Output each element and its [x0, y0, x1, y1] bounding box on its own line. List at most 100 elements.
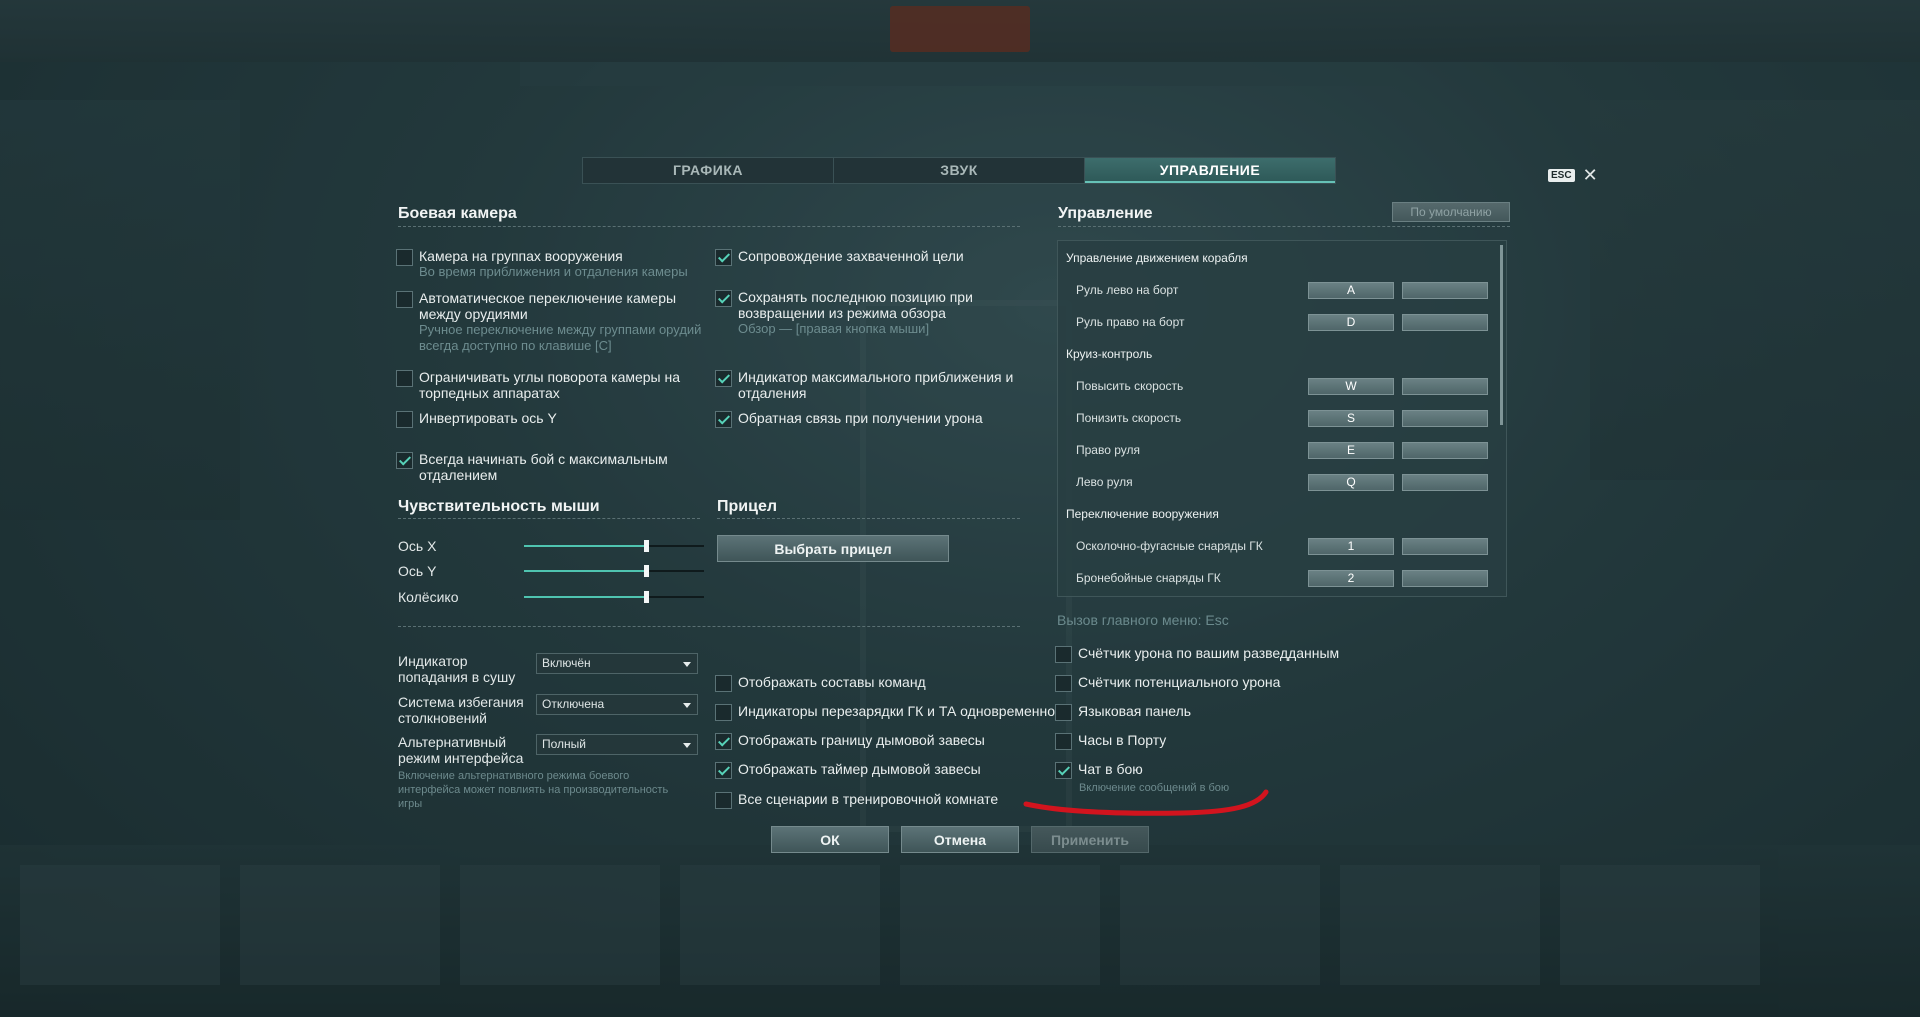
keybind-list: Управление движением корабля Руль лево н… [1057, 240, 1507, 597]
dropdown[interactable]: Отключена [536, 694, 698, 715]
checkbox[interactable] [715, 249, 732, 266]
option-auto-switch-camera[interactable]: Автоматическое переключение камеры между… [396, 290, 706, 354]
option-language-bar[interactable]: Языковая панель [1055, 703, 1191, 721]
key-slot-secondary[interactable] [1402, 441, 1488, 459]
option-limit-torpedo-camera[interactable]: Ограничивать углы поворота камеры на тор… [396, 369, 696, 401]
key-slot-secondary[interactable] [1402, 409, 1488, 427]
key-slot-secondary[interactable] [1402, 569, 1488, 587]
keybind-row: Руль право на борт D [1076, 313, 1496, 331]
scrollbar[interactable] [1500, 245, 1503, 425]
slider-wheel: Колёсико [398, 589, 704, 605]
option-team-rosters[interactable]: Отображать составы команд [715, 674, 926, 692]
key-slot-primary[interactable]: Q [1308, 473, 1394, 491]
dropdown[interactable]: Включён [536, 653, 698, 674]
checkbox[interactable] [396, 411, 413, 428]
checkbox[interactable] [396, 249, 413, 266]
slider-thumb[interactable] [644, 565, 650, 577]
option-save-last-position[interactable]: Сохранять последнюю позицию при возвраще… [715, 289, 1015, 337]
key-slot-secondary[interactable] [1402, 473, 1488, 491]
keybind-row: Право руля E [1076, 441, 1496, 459]
checkbox[interactable] [715, 762, 732, 779]
reset-default-button[interactable]: По умолчанию [1392, 202, 1510, 222]
esc-key-badge: ESC [1548, 168, 1575, 182]
keybind-row: Повысить скорость W [1076, 377, 1496, 395]
checkbox[interactable] [1055, 762, 1072, 779]
key-slot-primary[interactable]: E [1308, 441, 1394, 459]
checkbox[interactable] [1055, 704, 1072, 721]
option-battle-chat[interactable]: Чат в бою [1055, 761, 1143, 779]
select-alt-interface: Альтернативный режим интерфейса Полный [398, 734, 698, 766]
divider [398, 226, 1020, 227]
alt-interface-note: Включение альтернативного режима боевого… [398, 770, 669, 810]
slider-track[interactable] [524, 565, 704, 577]
divider [717, 518, 1020, 519]
checkbox[interactable] [396, 291, 413, 308]
slider-axis-x: Ось X [398, 538, 704, 554]
section-title-battle-camera: Боевая камера [398, 205, 517, 222]
keybind-row: Понизить скорость S [1076, 409, 1496, 427]
slider-track[interactable] [524, 540, 704, 552]
apply-button[interactable]: Применить [1031, 826, 1149, 853]
tab-graphics[interactable]: ГРАФИКА [583, 158, 834, 183]
section-title-mouse-sensitivity: Чувствительность мыши [398, 498, 600, 515]
divider [1058, 226, 1510, 227]
key-slot-primary[interactable]: 2 [1308, 569, 1394, 587]
option-track-locked-target[interactable]: Сопровождение захваченной цели [715, 248, 1015, 266]
key-slot-secondary[interactable] [1402, 313, 1488, 331]
checkbox[interactable] [715, 411, 732, 428]
checkbox[interactable] [715, 733, 732, 750]
checkbox[interactable] [715, 675, 732, 692]
select-sight-button[interactable]: Выбрать прицел [717, 535, 949, 562]
option-weapon-group-camera[interactable]: Камера на группах вооружения Во время при… [396, 248, 696, 280]
checkbox[interactable] [715, 792, 732, 809]
key-slot-primary[interactable]: D [1308, 313, 1394, 331]
tab-controls[interactable]: УПРАВЛЕНИЕ [1085, 158, 1335, 183]
key-slot-secondary[interactable] [1402, 377, 1488, 395]
option-smoke-border[interactable]: Отображать границу дымовой завесы [715, 732, 985, 750]
slider-track[interactable] [524, 591, 704, 603]
option-invert-y[interactable]: Инвертировать ось Y [396, 410, 696, 428]
checkbox[interactable] [1055, 646, 1072, 663]
close-area: ESC ✕ [1548, 166, 1598, 184]
chevron-down-icon [683, 703, 691, 708]
option-start-max-zoom[interactable]: Всегда начинать бой с максимальным отдал… [396, 451, 696, 483]
key-slot-primary[interactable]: S [1308, 409, 1394, 427]
key-slot-primary[interactable]: W [1308, 377, 1394, 395]
keybind-group-cruise: Круиз-контроль [1066, 347, 1153, 361]
close-icon[interactable]: ✕ [1583, 166, 1598, 184]
option-spotting-damage[interactable]: Счётчик урона по вашим разведданным [1055, 645, 1339, 663]
option-smoke-timer[interactable]: Отображать таймер дымовой завесы [715, 761, 981, 779]
section-title-controls: Управление [1058, 205, 1153, 222]
checkbox[interactable] [1055, 675, 1072, 692]
checkbox[interactable] [396, 370, 413, 387]
cancel-button[interactable]: Отмена [901, 826, 1019, 853]
select-collision-avoidance: Система избегания столкновений Отключена [398, 694, 698, 726]
select-land-hit-indicator: Индикатор попадания в сушу Включён [398, 653, 698, 685]
red-underline-annotation [1023, 789, 1269, 816]
option-zoom-indicator[interactable]: Индикатор максимального приближения и от… [715, 369, 1015, 401]
chevron-down-icon [683, 662, 691, 667]
slider-thumb[interactable] [644, 540, 650, 552]
option-training-scenarios[interactable]: Все сценарии в тренировочной комнате [715, 791, 998, 809]
main-menu-hint: Вызов главного меню: Esc [1057, 612, 1229, 628]
keybind-row: Лево руля Q [1076, 473, 1496, 491]
slider-thumb[interactable] [644, 591, 650, 603]
option-damage-feedback[interactable]: Обратная связь при получении урона [715, 410, 1015, 428]
ok-button[interactable]: ОК [771, 826, 889, 853]
checkbox[interactable] [715, 704, 732, 721]
divider [398, 518, 700, 519]
option-potential-damage[interactable]: Счётчик потенциального урона [1055, 674, 1280, 692]
key-slot-primary[interactable]: 1 [1308, 537, 1394, 555]
checkbox[interactable] [715, 370, 732, 387]
checkbox[interactable] [1055, 733, 1072, 750]
dropdown[interactable]: Полный [536, 734, 698, 755]
checkbox[interactable] [715, 290, 732, 307]
key-slot-secondary[interactable] [1402, 281, 1488, 299]
checkbox[interactable] [396, 452, 413, 469]
option-port-clock[interactable]: Часы в Порту [1055, 732, 1166, 750]
divider [398, 626, 1020, 627]
key-slot-secondary[interactable] [1402, 537, 1488, 555]
option-reload-indicators[interactable]: Индикаторы перезарядки ГК и ТА одновреме… [715, 703, 1055, 721]
key-slot-primary[interactable]: A [1308, 281, 1394, 299]
tab-sound[interactable]: ЗВУК [834, 158, 1085, 183]
